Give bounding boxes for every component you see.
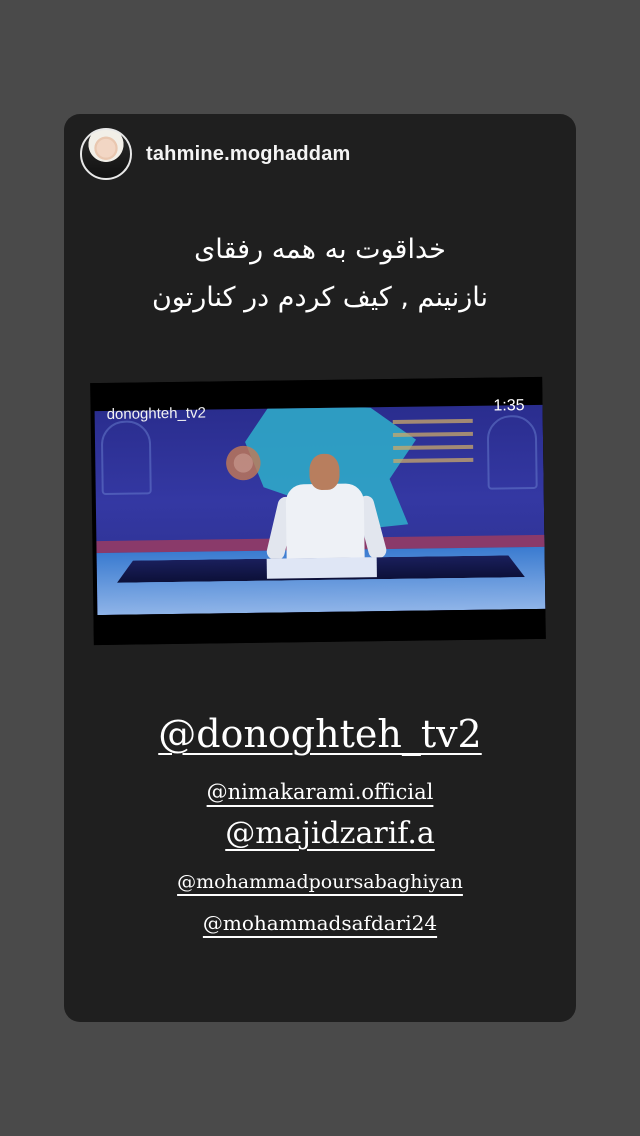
story-header: tahmine.moghaddam — [80, 128, 351, 180]
video-duration: 1:35 — [493, 397, 525, 415]
video-frame — [94, 404, 546, 616]
mention-link[interactable]: @donoghteh_tv2 — [158, 712, 482, 756]
ornament-left — [100, 420, 152, 496]
mentions-list: @donoghteh_tv2 @nimakarami.official @maj… — [64, 712, 576, 935]
mention-link[interactable]: @mohammadpoursabaghiyan — [177, 871, 463, 893]
caption-line-2: نازنینم , کیف کردم در کنارتون — [151, 282, 489, 313]
presenter-figure — [265, 453, 389, 567]
ornament-right — [486, 414, 538, 490]
video-thumbnail[interactable]: donoghteh_tv2 1:35 — [90, 376, 546, 646]
mention-link[interactable]: @majidzarif.a — [225, 816, 435, 851]
video-channel-name: donoghteh_tv2 — [106, 404, 207, 423]
mention-link[interactable]: @nimakarami.official — [207, 780, 434, 804]
caption-line-1: خداقوت به همه رفقای — [194, 234, 446, 265]
mention-link[interactable]: @mohammadsafdari24 — [203, 911, 437, 935]
avatar[interactable] — [80, 128, 132, 180]
story-caption: خداقوت به همه رفقای نازنینم , کیف کردم د… — [64, 226, 576, 322]
desk-panel — [266, 557, 377, 579]
username[interactable]: tahmine.moghaddam — [146, 143, 351, 166]
background-calligraphy — [392, 410, 474, 472]
story-card: tahmine.moghaddam خداقوت به همه رفقای نا… — [64, 114, 576, 1022]
video-bottom-bar — [93, 608, 546, 646]
